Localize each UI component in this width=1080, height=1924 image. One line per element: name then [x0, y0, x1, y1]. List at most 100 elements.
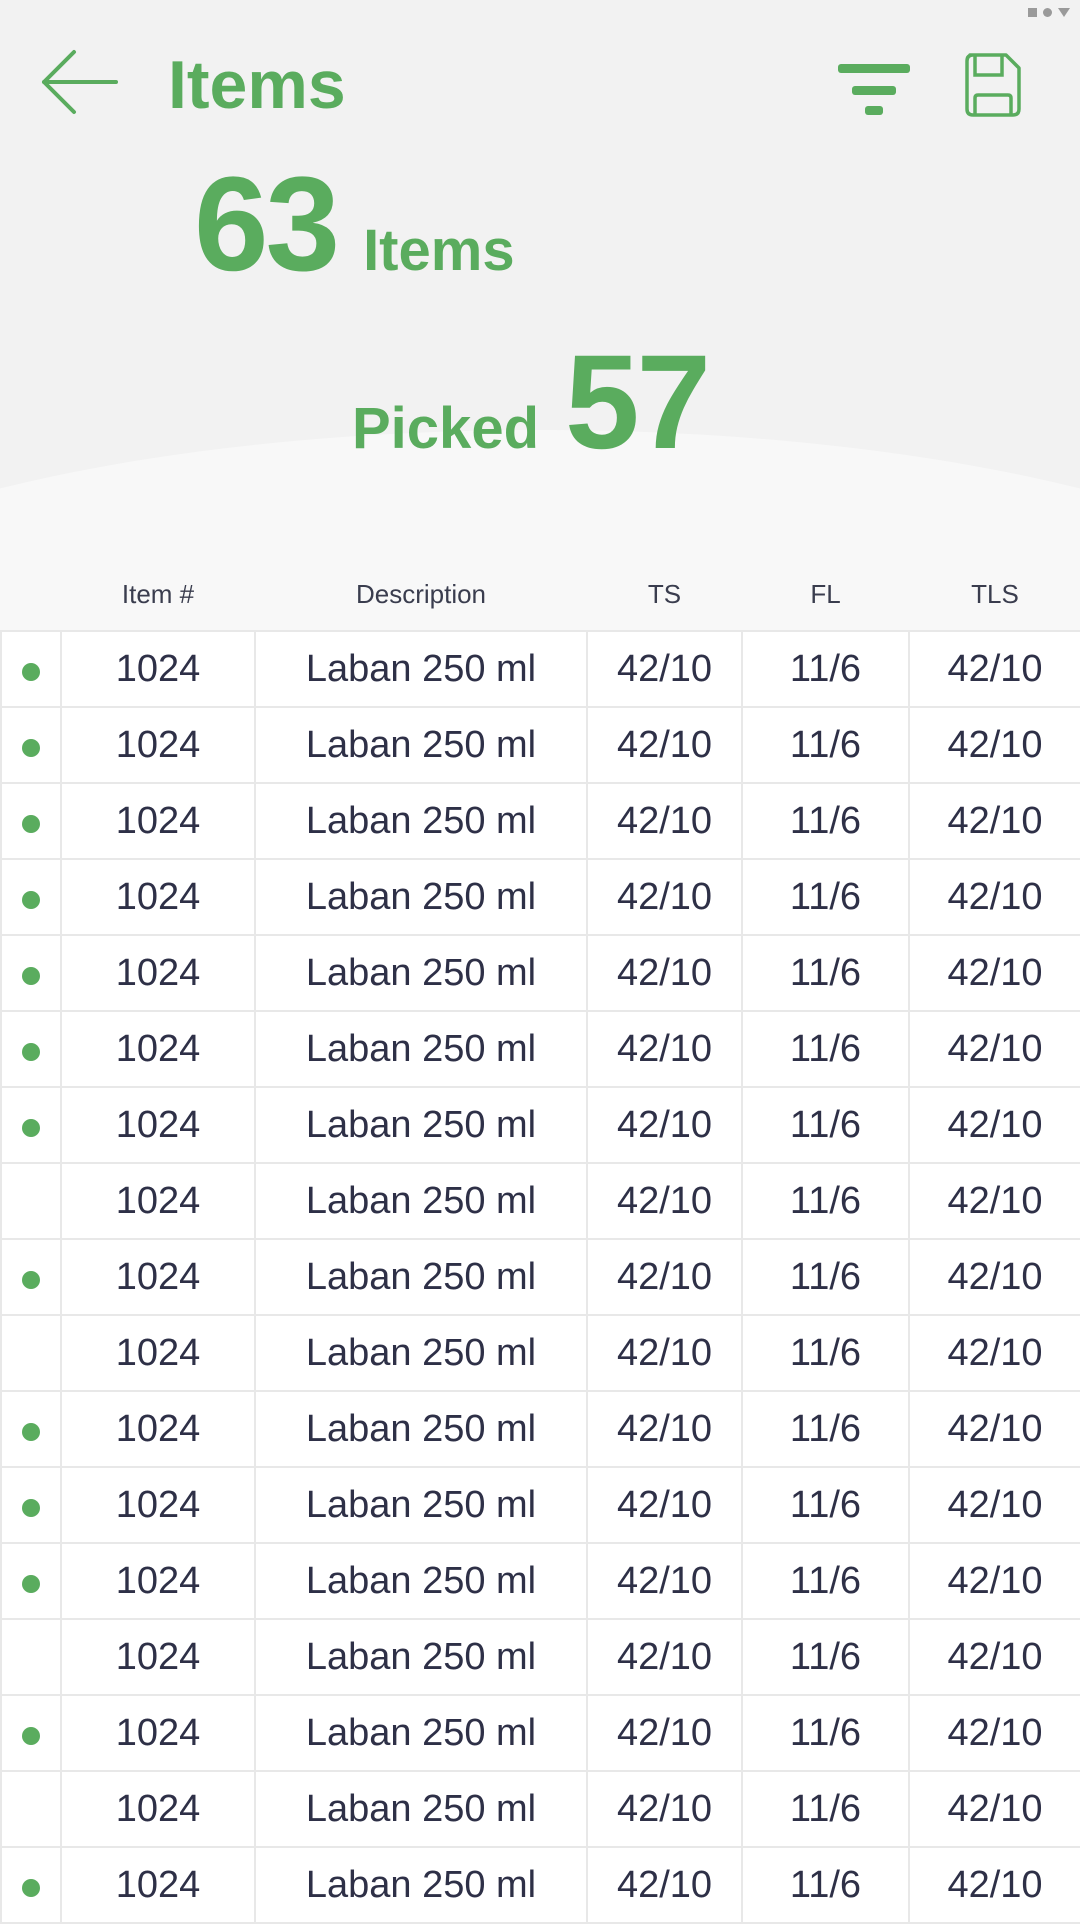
picked-dot-icon — [22, 966, 40, 985]
description-cell: Laban 250 ml — [254, 1618, 588, 1696]
table-row[interactable]: 1024 Laban 250 ml 42/10 11/6 42/10 — [0, 1390, 1080, 1468]
table-row[interactable]: 1024 Laban 250 ml 42/10 11/6 42/10 — [0, 1694, 1080, 1772]
row-status-cell — [0, 934, 62, 1012]
ts-cell: 42/10 — [586, 1694, 743, 1772]
filter-button[interactable] — [836, 58, 912, 118]
tls-cell: 42/10 — [908, 1618, 1080, 1696]
picked-dot-icon — [22, 1574, 40, 1593]
ts-cell: 42/10 — [586, 858, 743, 936]
row-status-cell — [0, 782, 62, 860]
table-row[interactable]: 1024 Laban 250 ml 42/10 11/6 42/10 — [0, 1162, 1080, 1240]
row-status-cell — [0, 1542, 62, 1620]
item-number-cell: 1024 — [60, 1162, 256, 1240]
item-number-cell: 1024 — [60, 1466, 256, 1544]
item-number-cell: 1024 — [60, 1694, 256, 1772]
tls-cell: 42/10 — [908, 630, 1080, 708]
tls-cell: 42/10 — [908, 934, 1080, 1012]
picked-stat: Picked 57 — [352, 328, 711, 478]
floppy-disk-icon — [965, 53, 1021, 117]
save-button[interactable] — [964, 52, 1022, 118]
description-cell: Laban 250 ml — [254, 706, 588, 784]
row-status-cell — [0, 858, 62, 936]
item-number-cell: 1024 — [60, 858, 256, 936]
tls-cell: 42/10 — [908, 1542, 1080, 1620]
fl-cell: 11/6 — [741, 1010, 910, 1088]
table-row[interactable]: 1024 Laban 250 ml 42/10 11/6 42/10 — [0, 630, 1080, 708]
item-number-cell: 1024 — [60, 1618, 256, 1696]
row-status-cell — [0, 1770, 62, 1848]
row-status-cell — [0, 1086, 62, 1164]
row-status-cell — [0, 1390, 62, 1468]
row-status-cell — [0, 1162, 62, 1240]
item-number-cell: 1024 — [60, 1314, 256, 1392]
triangle-down-icon — [1058, 8, 1070, 17]
table-row[interactable]: 1024 Laban 250 ml 42/10 11/6 42/10 — [0, 934, 1080, 1012]
fl-cell: 11/6 — [741, 1238, 910, 1316]
picked-dot-icon — [22, 738, 40, 757]
table-row[interactable]: 1024 Laban 250 ml 42/10 11/6 42/10 — [0, 1770, 1080, 1848]
table-row[interactable]: 1024 Laban 250 ml 42/10 11/6 42/10 — [0, 1010, 1080, 1088]
column-header-fl[interactable]: FL — [742, 558, 909, 631]
item-number-cell: 1024 — [60, 1086, 256, 1164]
square-icon — [1028, 8, 1037, 17]
column-header-item-number[interactable]: Item # — [61, 558, 255, 631]
table-row[interactable]: 1024 Laban 250 ml 42/10 11/6 42/10 — [0, 706, 1080, 784]
table-row[interactable]: 1024 Laban 250 ml 42/10 11/6 42/10 — [0, 1542, 1080, 1620]
fl-cell: 11/6 — [741, 1846, 910, 1924]
fl-cell: 11/6 — [741, 1390, 910, 1468]
item-number-cell: 1024 — [60, 630, 256, 708]
description-cell: Laban 250 ml — [254, 1086, 588, 1164]
item-number-cell: 1024 — [60, 1542, 256, 1620]
description-cell: Laban 250 ml — [254, 1694, 588, 1772]
back-button[interactable] — [40, 48, 120, 116]
description-cell: Laban 250 ml — [254, 782, 588, 860]
table-body: 1024 Laban 250 ml 42/10 11/6 42/10 1024 Laban … — [0, 630, 1080, 1924]
column-header-description[interactable]: Description — [255, 558, 587, 631]
table-row[interactable]: 1024 Laban 250 ml 42/10 11/6 42/10 — [0, 782, 1080, 860]
fl-cell: 11/6 — [741, 782, 910, 860]
ts-cell: 42/10 — [586, 1010, 743, 1088]
row-status-cell — [0, 1238, 62, 1316]
picked-label: Picked — [352, 396, 539, 461]
table-row[interactable]: 1024 Laban 250 ml 42/10 11/6 42/10 — [0, 858, 1080, 936]
fl-cell: 11/6 — [741, 1694, 910, 1772]
page-title: Items — [168, 47, 346, 123]
picked-dot-icon — [22, 1878, 40, 1897]
ts-cell: 42/10 — [586, 782, 743, 860]
ts-cell: 42/10 — [586, 1162, 743, 1240]
table-row[interactable]: 1024 Laban 250 ml 42/10 11/6 42/10 — [0, 1846, 1080, 1924]
row-status-cell — [0, 630, 62, 708]
picked-dot-icon — [22, 1498, 40, 1517]
total-items-stat: 63 Items — [194, 150, 515, 300]
fl-cell: 11/6 — [741, 858, 910, 936]
table-header-row: Item # Description TS FL TLS — [1, 558, 1080, 631]
picked-dot-icon — [22, 662, 40, 681]
ts-cell: 42/10 — [586, 1846, 743, 1924]
table-row[interactable]: 1024 Laban 250 ml 42/10 11/6 42/10 — [0, 1466, 1080, 1544]
row-status-cell — [0, 1314, 62, 1392]
tls-cell: 42/10 — [908, 1314, 1080, 1392]
column-header-tls[interactable]: TLS — [909, 558, 1080, 631]
description-cell: Laban 250 ml — [254, 1238, 588, 1316]
description-cell: Laban 250 ml — [254, 1162, 588, 1240]
description-cell: Laban 250 ml — [254, 934, 588, 1012]
picked-dot-icon — [22, 814, 40, 833]
tls-cell: 42/10 — [908, 1390, 1080, 1468]
fl-cell: 11/6 — [741, 1618, 910, 1696]
table-row[interactable]: 1024 Laban 250 ml 42/10 11/6 42/10 — [0, 1314, 1080, 1392]
ts-cell: 42/10 — [586, 1618, 743, 1696]
picked-dot-icon — [22, 1422, 40, 1441]
item-number-cell: 1024 — [60, 1238, 256, 1316]
picked-dot-icon — [22, 890, 40, 909]
description-cell: Laban 250 ml — [254, 1846, 588, 1924]
ts-cell: 42/10 — [586, 706, 743, 784]
item-number-cell: 1024 — [60, 1010, 256, 1088]
table-row[interactable]: 1024 Laban 250 ml 42/10 11/6 42/10 — [0, 1618, 1080, 1696]
header-background — [0, 0, 1080, 630]
table-row[interactable]: 1024 Laban 250 ml 42/10 11/6 42/10 — [0, 1238, 1080, 1316]
table-row[interactable]: 1024 Laban 250 ml 42/10 11/6 42/10 — [0, 1086, 1080, 1164]
tls-cell: 42/10 — [908, 1770, 1080, 1848]
column-header-ts[interactable]: TS — [587, 558, 742, 631]
picked-dot-icon — [22, 1726, 40, 1745]
picked-count: 57 — [565, 328, 711, 477]
